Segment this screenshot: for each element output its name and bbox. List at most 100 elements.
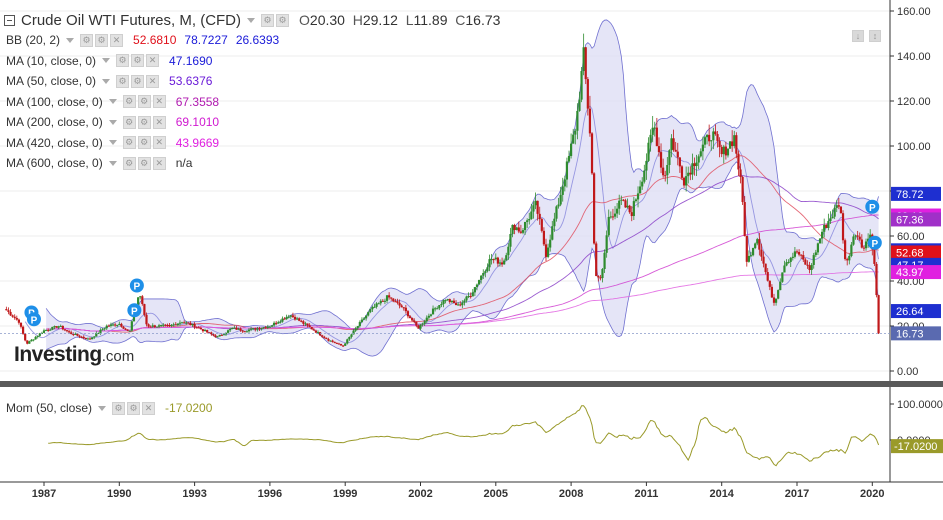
price-label: 67.36 [891,212,941,227]
candle-up [827,213,830,231]
candle-body [473,287,476,293]
candle-body [392,298,395,302]
candle-body [72,333,75,335]
close-icon[interactable]: ✕ [152,115,166,129]
candle-body [337,343,341,345]
candle-body [197,327,200,329]
logo-text: Investing [14,343,102,366]
chevron-down-icon[interactable] [98,405,107,411]
candle-body [741,176,744,203]
gear-icon[interactable]: ⚙ [116,54,130,67]
candle-body [626,205,629,208]
candle-up [781,272,784,283]
gear-icon[interactable]: ⚙ [122,115,136,129]
candle-body [687,172,690,177]
close-icon[interactable]: ✕ [110,33,124,47]
settings-icon[interactable]: ⚙ [137,156,151,170]
candle-body [333,341,336,343]
price-label: 78.72 [891,186,941,201]
chevron-down-icon[interactable] [108,119,117,125]
chevron-down-icon[interactable] [66,37,75,43]
candle-body [107,325,110,327]
candle-body [350,334,353,337]
candle-body [369,309,372,313]
gear-icon[interactable]: ⚙ [122,136,136,149]
chevron-down-icon[interactable] [102,58,111,63]
candle-body [362,318,366,320]
candle-body [701,144,704,152]
expand-icon[interactable]: ↕ [869,30,881,42]
candle-body [411,317,414,321]
candle-body [143,304,146,315]
candle-body [42,330,46,333]
candle-body [402,307,405,309]
candle-body [65,330,69,332]
candle-body [17,319,20,323]
close-icon[interactable]: ✕ [146,74,160,88]
candle-body [494,257,497,260]
settings-icon[interactable]: ⚙ [137,95,151,108]
candle-body [375,303,378,307]
candle-body [164,324,167,326]
settings-icon[interactable]: ⚙ [137,136,151,149]
close-icon[interactable]: ✕ [152,156,166,170]
candle-body [170,324,173,326]
gear-icon[interactable]: ⚙ [112,401,126,415]
candle-up [155,326,159,328]
candle-body [745,235,748,262]
settings-icon[interactable]: ⚙ [131,54,145,67]
candle-body [823,224,826,232]
close-icon[interactable]: ✕ [142,401,156,415]
candle-body [421,323,424,325]
candle-body [528,219,531,221]
event-marker-text: P [134,282,141,293]
candle-body [5,309,8,311]
candle-body [827,221,830,228]
candle-body [846,259,849,261]
gear-icon[interactable]: ⚙ [80,33,94,47]
candle-body [61,325,64,330]
close-icon[interactable]: ✕ [152,95,166,108]
candle-body [724,146,727,156]
candle-body [774,298,778,303]
indicator-label: MA (600, close, 0) [6,156,103,170]
gear-icon[interactable]: ⚙ [261,13,275,27]
candle-body [166,324,169,326]
candle-body [666,164,669,176]
candle-body [603,252,606,270]
chevron-down-icon[interactable] [108,140,117,145]
collapse-icon[interactable] [4,14,15,26]
candle-body [419,324,422,329]
candle-body [452,300,456,304]
gear-icon[interactable]: ⚙ [122,156,136,170]
candle-body [457,304,460,306]
settings-icon[interactable]: ⚙ [276,13,290,27]
settings-icon[interactable]: ⚙ [95,33,109,47]
chevron-down-icon[interactable] [108,160,117,166]
candle-body [19,322,23,327]
chevron-down-icon[interactable] [102,78,111,84]
candle-down [17,318,20,325]
open-value: 20.30 [309,12,345,28]
close-icon[interactable]: ✕ [146,54,160,67]
candle-body [344,343,347,346]
candle-body [114,324,117,326]
gear-icon[interactable]: ⚙ [122,95,136,108]
chevron-down-icon[interactable] [108,99,117,104]
settings-icon[interactable]: ⚙ [127,401,141,415]
indicator-row: MA (420, close, 0) ⚙ ⚙ ✕ 43.9669 [6,135,219,151]
download-icon[interactable]: ↓ [852,30,864,42]
candle-body [9,311,12,316]
candle-body [674,149,677,152]
close-icon[interactable]: ✕ [152,136,166,149]
candle-body [417,325,420,329]
event-marker-text: P [131,306,138,317]
settings-icon[interactable]: ⚙ [137,115,151,129]
gear-icon[interactable]: ⚙ [116,74,130,88]
chevron-down-icon[interactable] [247,17,256,23]
candle-body [523,221,527,231]
settings-icon[interactable]: ⚙ [131,74,145,88]
candle-body [628,205,631,213]
candle-body [597,275,600,278]
candle-up [580,66,583,103]
